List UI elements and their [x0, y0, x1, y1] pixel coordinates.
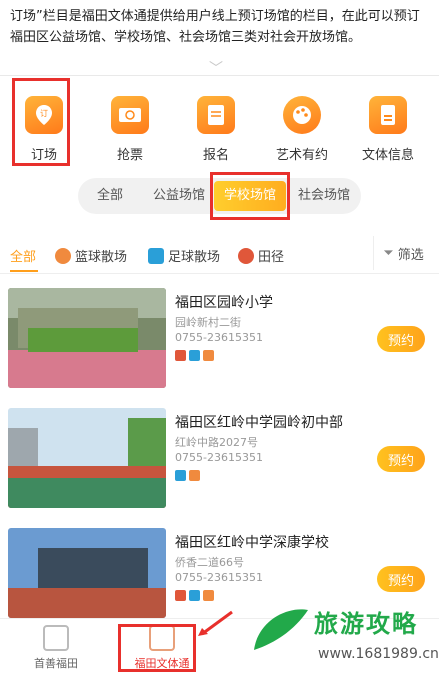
venue-address: 园岭新村二街	[175, 316, 241, 329]
segment-public[interactable]: 公益场馆	[144, 178, 214, 214]
nav-item-info[interactable]: 文体信息	[348, 90, 428, 170]
sport-tags	[175, 350, 214, 361]
venue-name: 福田区园岭小学	[175, 295, 273, 311]
book-button[interactable]: 预约	[377, 566, 425, 592]
info-doc-icon	[369, 96, 407, 134]
track-icon	[238, 247, 254, 264]
tab-home[interactable]: 首善福田	[16, 625, 96, 671]
filter-label: 田径	[258, 250, 285, 265]
funnel-icon: ⏷	[383, 245, 394, 261]
ticket-icon	[111, 96, 149, 134]
venue-card[interactable]: 福田区红岭中学园岭初中部 红岭中路2027号 0755-23615351 预约	[0, 408, 439, 526]
nav-label: 艺术有约	[275, 148, 328, 163]
basketball-icon	[55, 247, 71, 264]
watermark-title: 旅游攻略	[314, 610, 418, 638]
watermark: 旅游攻略 www.1681989.cn	[248, 600, 439, 674]
football-icon	[175, 470, 186, 481]
active-underline	[10, 270, 38, 272]
leaf-logo-icon	[254, 609, 308, 650]
filter-all[interactable]: 全部	[10, 246, 36, 265]
nav-label: 报名	[202, 148, 229, 163]
venue-address: 红岭中路2027号	[175, 436, 258, 449]
divider	[0, 75, 439, 76]
track-icon	[175, 350, 186, 361]
venue-phone: 0755-23615351	[175, 331, 263, 344]
book-button[interactable]: 预约	[377, 326, 425, 352]
nav-item-signup[interactable]: 报名	[176, 90, 256, 170]
highlight-box	[12, 78, 70, 166]
sport-tags	[175, 470, 200, 481]
segment-all[interactable]: 全部	[82, 178, 138, 214]
venue-phone: 0755-23615351	[175, 451, 263, 464]
venue-phone: 0755-23615351	[175, 571, 263, 584]
nav-item-tickets[interactable]: 抢票	[90, 90, 170, 170]
highlight-box	[118, 624, 196, 672]
palette-icon	[283, 96, 321, 134]
venue-name: 福田区红岭中学园岭初中部	[175, 415, 343, 431]
arrow-icon	[198, 610, 233, 636]
basketball-icon	[189, 470, 200, 481]
segment-social[interactable]: 社会场馆	[290, 178, 358, 214]
venue-card[interactable]: 福田区园岭小学 园岭新村二街 0755-23615351 预约	[0, 288, 439, 406]
football-icon	[189, 590, 200, 601]
filter-football[interactable]: 足球散场	[148, 246, 220, 265]
tab-label: 首善福田	[34, 657, 78, 670]
filter-label: 足球散场	[168, 250, 221, 265]
nav-label: 抢票	[116, 148, 143, 163]
basketball-icon	[203, 350, 214, 361]
filter-button-label: 筛选	[397, 247, 424, 263]
venue-address: 侨香二道66号	[175, 556, 244, 569]
venue-name: 福田区红岭中学深康学校	[175, 535, 329, 551]
filter-label: 篮球散场	[75, 250, 128, 265]
venue-photo	[8, 408, 166, 508]
track-icon	[175, 590, 186, 601]
filter-button[interactable]: ⏷ 筛选	[373, 236, 433, 270]
signup-icon	[197, 96, 235, 134]
home-logo-icon	[43, 625, 69, 651]
sport-tags	[175, 590, 214, 601]
book-button[interactable]: 预约	[377, 446, 425, 472]
filter-basketball[interactable]: 篮球散场	[55, 246, 127, 265]
nav-item-art[interactable]: 艺术有约	[262, 90, 342, 170]
basketball-icon	[203, 590, 214, 601]
venue-photo	[8, 288, 166, 388]
highlight-box	[210, 172, 290, 220]
intro-text: 订场”栏目是福田文体通提供给用户线上预订场馆的栏目，在此可以预订福田区公益场馆、…	[10, 9, 420, 45]
nav-label: 文体信息	[361, 148, 414, 163]
filter-track[interactable]: 田径	[238, 246, 284, 265]
watermark-url: www.1681989.cn	[318, 646, 439, 662]
football-icon	[148, 247, 164, 264]
sport-filter-bar: 全部 篮球散场 足球散场 田径 ⏷ 筛选	[0, 234, 439, 274]
football-icon	[189, 350, 200, 361]
venue-photo	[8, 528, 166, 618]
